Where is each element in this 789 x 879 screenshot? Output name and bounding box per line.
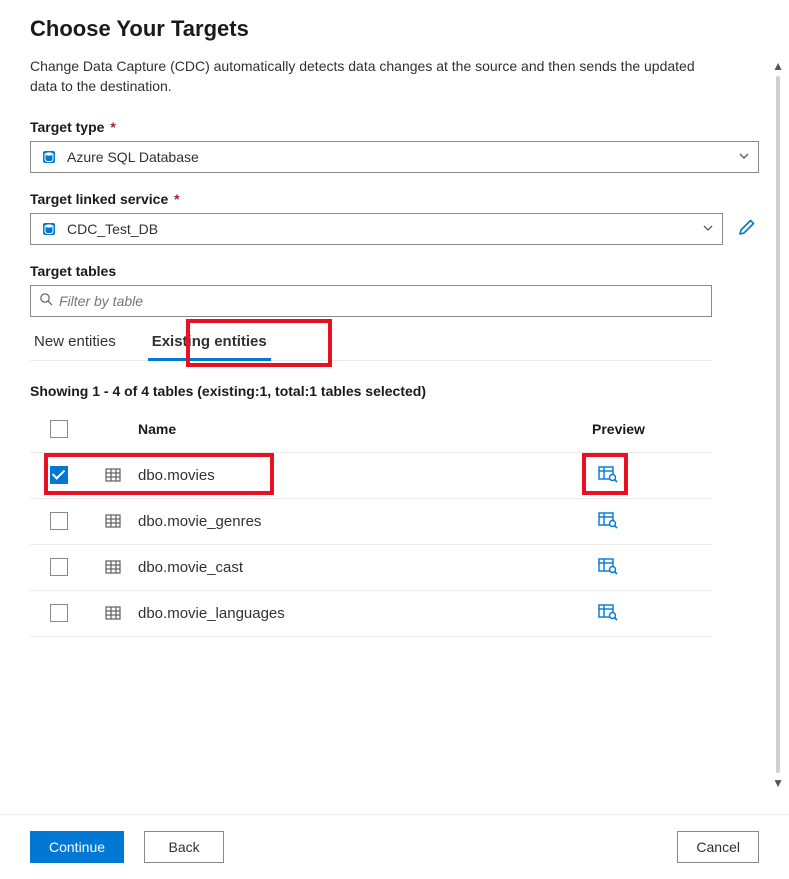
- table-row: dbo.movie_cast: [30, 545, 712, 591]
- database-icon: [41, 149, 57, 165]
- table-row: dbo.movies: [30, 453, 712, 499]
- chevron-down-icon: [702, 221, 714, 237]
- pencil-icon: [738, 218, 756, 239]
- field-target-linked-service: Target linked service * CDC_Test_DB: [30, 191, 759, 245]
- table-row: dbo.movie_genres: [30, 499, 712, 545]
- field-target-tables: Target tables: [30, 263, 759, 317]
- chevron-down-icon: [738, 149, 750, 165]
- page-title: Choose Your Targets: [30, 16, 759, 42]
- table-header-row: Name Preview: [30, 407, 712, 453]
- preview-icon: [598, 563, 618, 578]
- scroll-track: [776, 76, 780, 773]
- column-header-preview[interactable]: Preview: [592, 421, 712, 437]
- page-description: Change Data Capture (CDC) automatically …: [30, 56, 710, 97]
- field-target-type: Target type * Azure SQL Database: [30, 119, 759, 173]
- table-icon: [88, 604, 138, 622]
- preview-button[interactable]: [596, 463, 620, 488]
- search-filter-tables[interactable]: [30, 285, 712, 317]
- entity-tabs: New entities Existing entities: [30, 323, 712, 361]
- edit-linked-service-button[interactable]: [735, 217, 759, 241]
- tab-new-entities[interactable]: New entities: [30, 323, 120, 360]
- database-icon: [41, 221, 57, 237]
- table-name: dbo.movies: [138, 467, 592, 484]
- value-target-linked-service: CDC_Test_DB: [67, 221, 692, 237]
- table-name: dbo.movie_genres: [138, 513, 592, 530]
- checkbox-row[interactable]: [50, 604, 68, 622]
- continue-button[interactable]: Continue: [30, 831, 124, 863]
- tables-grid: Name Preview dbo.movies dbo.movie_genres: [30, 407, 712, 637]
- checkbox-row[interactable]: [50, 512, 68, 530]
- table-row: dbo.movie_languages: [30, 591, 712, 637]
- tab-existing-entities[interactable]: Existing entities: [148, 323, 271, 360]
- preview-button[interactable]: [596, 555, 620, 580]
- required-marker: *: [170, 191, 179, 207]
- table-icon: [88, 466, 138, 484]
- scroll-down-icon: ▼: [772, 777, 784, 789]
- preview-button[interactable]: [596, 601, 620, 626]
- preview-icon: [598, 471, 618, 486]
- table-icon: [88, 512, 138, 530]
- preview-icon: [598, 517, 618, 532]
- checkbox-row[interactable]: [50, 466, 68, 484]
- required-marker: *: [106, 119, 115, 135]
- checkbox-row[interactable]: [50, 558, 68, 576]
- search-icon: [39, 292, 53, 309]
- back-button[interactable]: Back: [144, 831, 224, 863]
- scrollbar[interactable]: ▲ ▼: [773, 60, 783, 789]
- cancel-button[interactable]: Cancel: [677, 831, 759, 863]
- select-target-type[interactable]: Azure SQL Database: [30, 141, 759, 173]
- table-name: dbo.movie_cast: [138, 559, 592, 576]
- value-target-type: Azure SQL Database: [67, 149, 728, 165]
- table-name: dbo.movie_languages: [138, 605, 592, 622]
- table-icon: [88, 558, 138, 576]
- preview-button[interactable]: [596, 509, 620, 534]
- label-target-type: Target type *: [30, 119, 116, 135]
- select-target-linked-service[interactable]: CDC_Test_DB: [30, 213, 723, 245]
- preview-icon: [598, 609, 618, 624]
- label-target-tables: Target tables: [30, 263, 116, 279]
- column-header-name[interactable]: Name: [138, 421, 592, 437]
- scroll-up-icon: ▲: [772, 60, 784, 72]
- checkbox-select-all[interactable]: [50, 420, 68, 438]
- label-target-linked-service: Target linked service *: [30, 191, 180, 207]
- wizard-footer: Continue Back Cancel: [0, 814, 789, 879]
- input-filter-tables[interactable]: [59, 293, 703, 309]
- tables-summary: Showing 1 - 4 of 4 tables (existing:1, t…: [30, 383, 759, 399]
